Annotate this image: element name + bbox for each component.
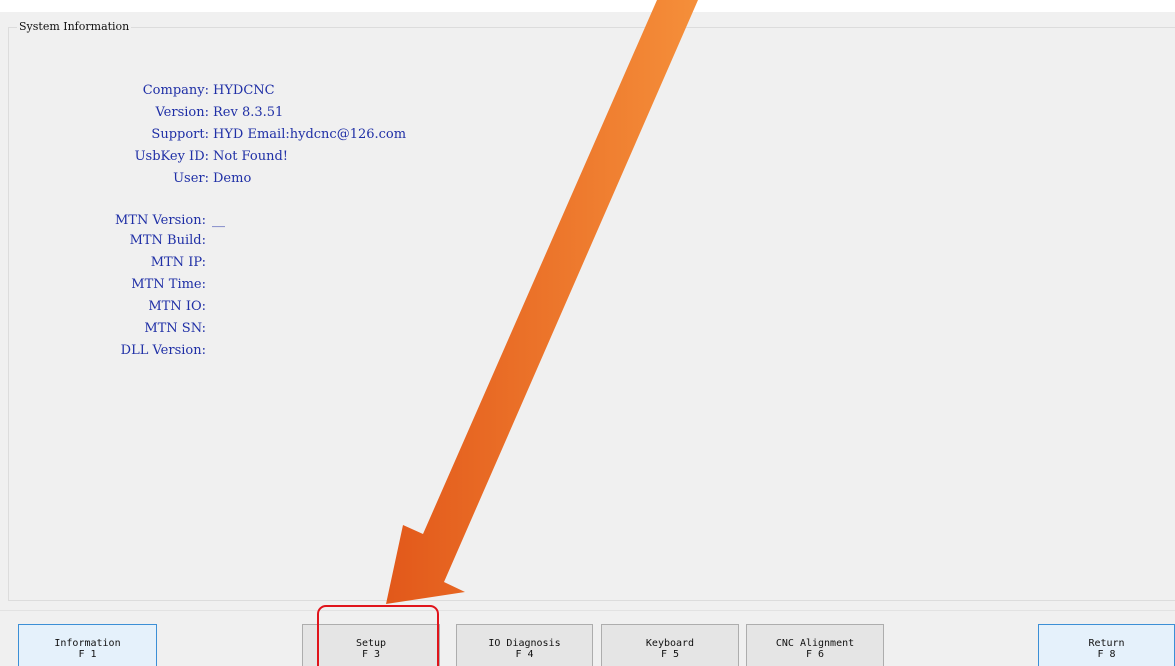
button-shortcut: F 8: [1097, 649, 1116, 660]
button-label: IO Diagnosis: [488, 638, 561, 649]
button-label: Information: [54, 638, 121, 649]
mtn-label: MTN SN:: [144, 321, 206, 336]
mtn-value: __: [212, 213, 225, 228]
mtn-label: MTN IO:: [148, 299, 206, 314]
mtn-label: MTN Build:: [129, 233, 206, 248]
button-label: Return: [1088, 638, 1125, 649]
info-label: UsbKey ID:: [134, 149, 209, 164]
return-button[interactable]: Return F 8: [1038, 624, 1175, 666]
info-value: Not Found!: [213, 149, 288, 164]
mtn-label: DLL Version:: [120, 343, 206, 358]
mtn-label: MTN IP:: [150, 255, 206, 270]
groupbox-title: System Information: [17, 20, 132, 34]
info-label: Version:: [155, 105, 209, 120]
button-shortcut: F 4: [515, 649, 534, 660]
info-value: HYD Email:hydcnc@126.com: [213, 127, 407, 142]
keyboard-button[interactable]: Keyboard F 5: [601, 624, 739, 666]
mtn-label: MTN Version:: [115, 213, 206, 228]
button-label: Setup: [355, 638, 387, 649]
info-value: Rev 8.3.51: [213, 105, 284, 120]
info-value: Demo: [213, 171, 252, 186]
info-label: Company:: [142, 83, 209, 98]
application-window: System Information Company: HYDCNC Versi…: [0, 0, 1175, 666]
info-label: Support:: [151, 127, 209, 142]
mtn-label: MTN Time:: [131, 277, 206, 292]
button-shortcut: F 6: [805, 649, 825, 660]
info-label: User:: [173, 171, 209, 186]
information-button[interactable]: Information F 1: [18, 624, 157, 666]
info-value: HYDCNC: [213, 83, 275, 98]
button-label: Keyboard: [645, 638, 695, 649]
button-label: CNC Alignment: [775, 638, 855, 649]
io-diagnosis-button[interactable]: IO Diagnosis F 4: [456, 624, 593, 666]
button-shortcut: F 5: [660, 649, 680, 660]
button-shortcut: F 1: [78, 649, 97, 660]
button-shortcut: F 3: [361, 649, 381, 660]
setup-button[interactable]: Setup F 3: [302, 624, 440, 666]
cnc-alignment-button[interactable]: CNC Alignment F 6: [746, 624, 884, 666]
